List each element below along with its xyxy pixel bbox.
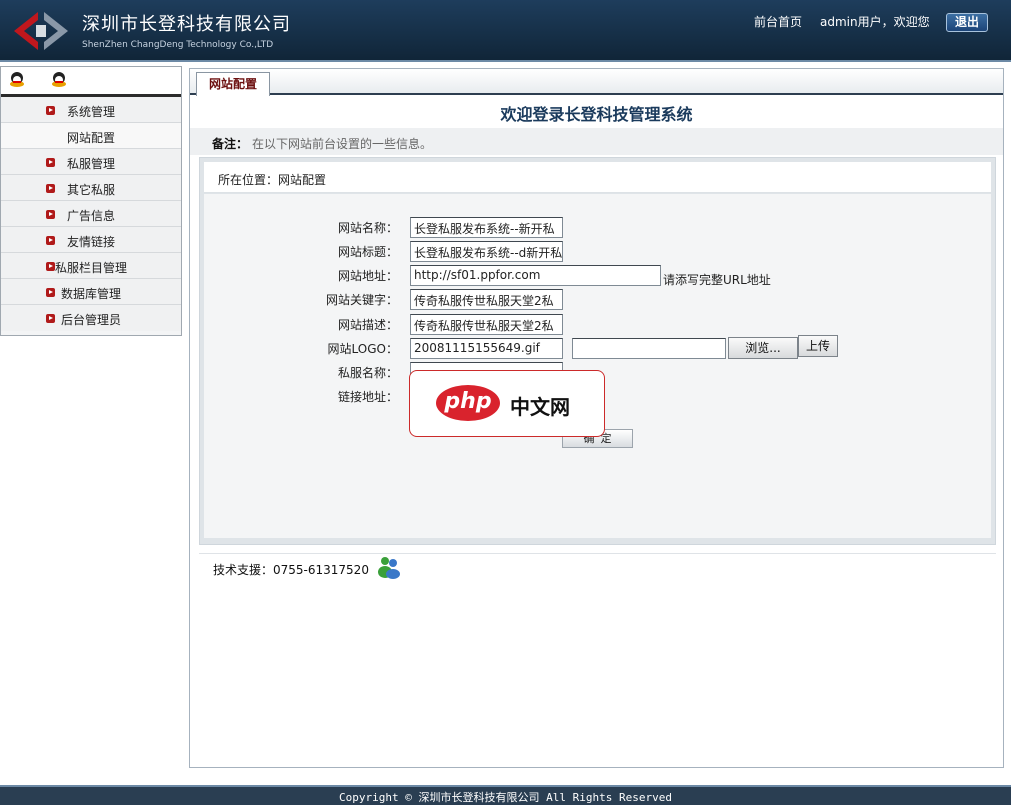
qq-icon[interactable] (7, 71, 27, 87)
sidebar-item-admins[interactable]: 后台管理员 (1, 305, 181, 331)
sidebar-item-label: 数据库管理 (61, 287, 122, 301)
sidebar-item-label: 系统管理 (67, 105, 116, 119)
watermark-text: 中文网 (510, 395, 570, 419)
sidebar-item-label: 私服栏目管理 (55, 261, 128, 275)
logout-button[interactable]: 退出 (946, 13, 988, 32)
sidebar: 系统管理 网站配置 私服管理 其它私服 广告信息 友情链接 私服栏目管理 数据库… (0, 66, 182, 336)
arrow-right-icon (46, 106, 55, 115)
sidebar-item-label: 其它私服 (67, 183, 116, 197)
arrow-right-icon (46, 262, 55, 271)
arrow-right-icon (46, 210, 55, 219)
keywords-label: 网站关键字： (325, 293, 398, 307)
sidebar-item-server-category[interactable]: 私服栏目管理 (1, 253, 181, 279)
header: 深圳市长登科技有限公司 ShenZhen ChangDeng Technolog… (0, 0, 1011, 62)
tab-site-config[interactable]: 网站配置 (196, 72, 270, 96)
panel-header: 所在位置：网站配置 (204, 162, 991, 193)
sidebar-top (1, 67, 181, 97)
page-title: 欢迎登录长登科技管理系统 (500, 105, 693, 124)
site-url-input[interactable]: http://sf01.ppfor.com (410, 265, 661, 286)
sidebar-item-ads[interactable]: 广告信息 (1, 201, 181, 227)
support-phone: 技术支援：0755-61317520 (213, 563, 369, 577)
sidebar-item-server-management[interactable]: 私服管理 (1, 149, 181, 175)
tab-bar: 网站配置 (190, 69, 1003, 96)
site-url-label: 网站地址： (337, 269, 398, 283)
browse-button[interactable]: 浏览... (728, 337, 798, 359)
breadcrumb: 所在位置：网站配置 (218, 173, 327, 187)
main-content: 网站配置 欢迎登录长登科技管理系统 备注： 在以下网站前台设置的一些信息。 所在… (189, 68, 1004, 768)
arrow-right-icon (46, 314, 55, 323)
nav-home-link[interactable]: 前台首页 (754, 13, 802, 30)
php-watermark: php 中文网 (409, 370, 605, 437)
arrow-right-icon (46, 158, 55, 167)
logo-input[interactable]: 20081115155649.gif (410, 338, 563, 359)
msn-icon[interactable] (376, 555, 402, 579)
qq-icon[interactable] (49, 71, 69, 87)
link-url-label: 链接地址： (337, 390, 398, 404)
company-logo-icon (14, 12, 68, 50)
server-name-label: 私服名称： (337, 366, 398, 380)
sidebar-item-database[interactable]: 数据库管理 (1, 279, 181, 305)
site-name-label: 网站名称： (337, 221, 398, 235)
sidebar-item-label: 私服管理 (67, 157, 116, 171)
sidebar-item-label: 友情链接 (67, 235, 116, 249)
config-form: 网站名称： 长登私服发布系统--新开私 网站标题： 长登私服发布系统--d新开私… (204, 194, 991, 538)
arrow-right-icon (46, 288, 55, 297)
file-path-input[interactable] (572, 338, 726, 359)
php-logo: php (436, 385, 500, 421)
site-title-label: 网站标题： (337, 245, 398, 259)
arrow-right-icon (46, 236, 55, 245)
arrow-right-icon (46, 184, 55, 193)
welcome-text: admin用户，欢迎您 (820, 15, 930, 29)
logo-label: 网站LOGO： (327, 342, 398, 356)
sidebar-item-friend-links[interactable]: 友情链接 (1, 227, 181, 253)
site-title-input[interactable]: 长登私服发布系统--d新开私 (410, 241, 563, 262)
upload-button[interactable]: 上传 (798, 335, 838, 357)
sidebar-item-label: 网站配置 (67, 131, 116, 145)
company-name: 深圳市长登科技有限公司 (82, 14, 291, 35)
note-label: 备注： (212, 137, 249, 151)
note-bar: 备注： 在以下网站前台设置的一些信息。 (190, 127, 1003, 155)
config-panel: 所在位置：网站配置 网站名称： 长登私服发布系统--新开私 网站标题： 长登私服… (199, 157, 996, 545)
site-name-input[interactable]: 长登私服发布系统--新开私 (410, 217, 563, 238)
sidebar-item-label: 后台管理员 (61, 313, 122, 327)
sidebar-item-system[interactable]: 系统管理 (1, 97, 181, 123)
description-label: 网站描述： (337, 318, 398, 332)
company-english-name: ShenZhen ChangDeng Technology Co.,LTD (82, 40, 274, 50)
sidebar-item-other-servers[interactable]: 其它私服 (1, 175, 181, 201)
note-text: 在以下网站前台设置的一些信息。 (252, 137, 433, 151)
copyright-text: Copyright © 深圳市长登科技有限公司 All Rights Reser… (339, 791, 672, 804)
divider (199, 553, 996, 554)
site-url-hint: 请添写完整URL地址 (663, 273, 771, 287)
footer: Copyright © 深圳市长登科技有限公司 All Rights Reser… (0, 785, 1011, 805)
sidebar-item-site-config[interactable]: 网站配置 (1, 123, 181, 149)
description-input[interactable]: 传奇私服传世私服天堂2私 (410, 314, 563, 335)
keywords-input[interactable]: 传奇私服传世私服天堂2私 (410, 289, 563, 310)
sidebar-item-label: 广告信息 (67, 209, 116, 223)
